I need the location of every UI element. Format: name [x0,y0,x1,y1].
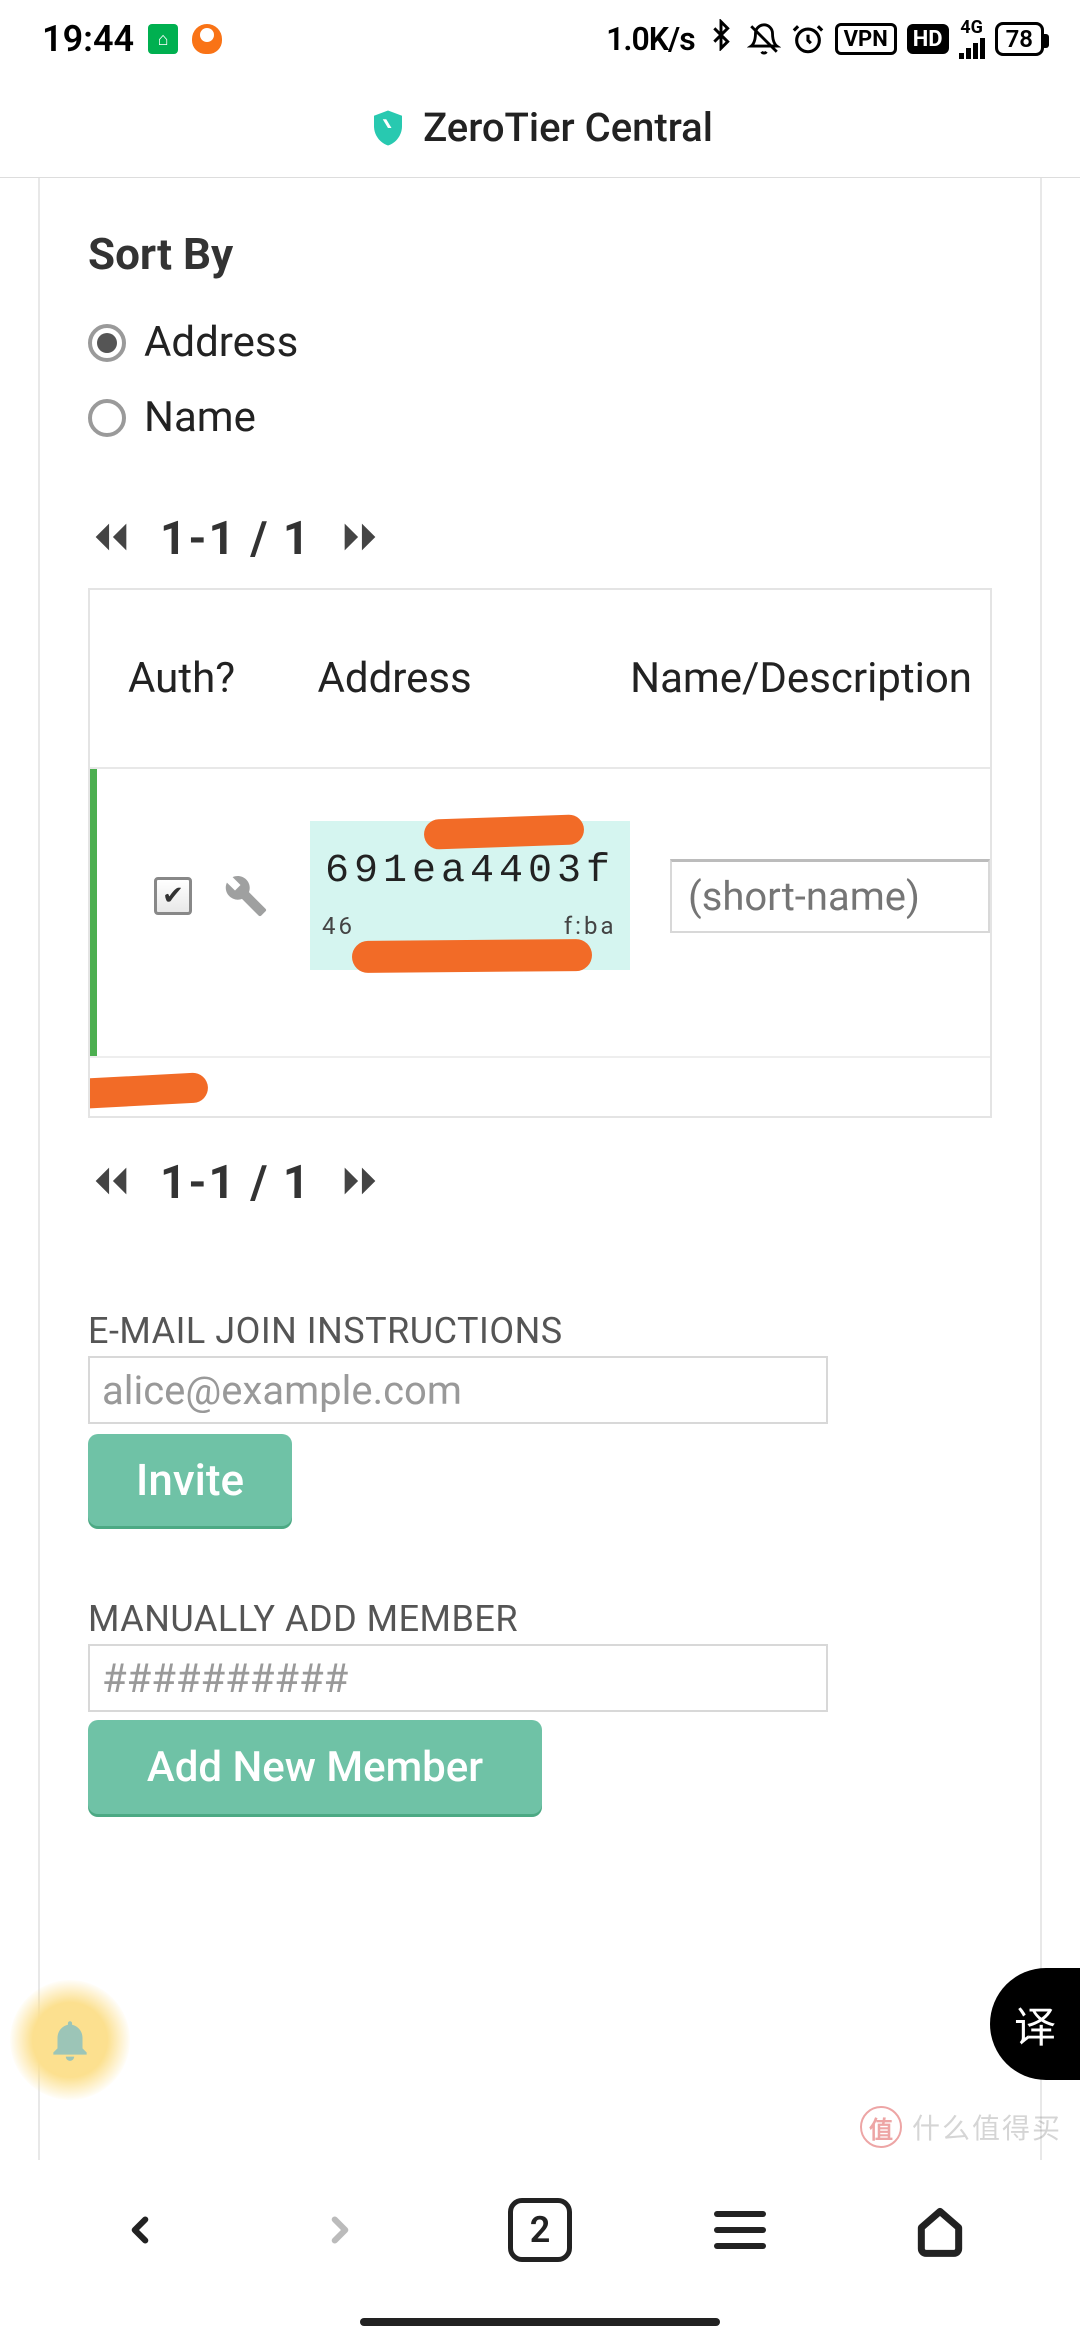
members-table: Auth? Address Name/Description ✔ 691ea44… [88,588,992,1118]
battery-indicator: 78 [995,22,1044,56]
th-auth: Auth? [108,654,317,703]
app-title: ZeroTier Central [423,104,713,151]
invite-button[interactable]: Invite [88,1434,292,1526]
manual-label: MANUALLY ADD MEMBER [88,1598,992,1640]
gesture-bar [360,2318,720,2326]
nav-menu-button[interactable] [700,2190,780,2270]
status-bar: 19:44 ⌂ 1.0K/s VPN HD 4G 78 [0,0,1080,78]
redaction-stroke [424,814,585,850]
watermark: 值 什么值得买 [860,2106,1062,2148]
radio-name-label: Name [144,393,256,442]
app-badge-icon: ⌂ [148,24,178,54]
bluetooth-icon [705,19,737,60]
mute-bell-icon [747,22,781,56]
pagination-text: 1-1 / 1 [160,1156,311,1210]
vpn-icon: VPN [835,23,897,55]
sort-radio-group: Address Name [88,318,992,442]
radio-name[interactable] [88,399,126,437]
redaction-stroke [352,939,592,973]
next-page-icon[interactable] [337,514,383,564]
short-name-input[interactable] [670,859,990,933]
member-address[interactable]: 691ea4403f [322,849,618,894]
user-badge-icon [192,24,222,54]
nav-tabs-button[interactable]: 2 [500,2190,580,2270]
th-address: Address [317,654,630,703]
watermark-text: 什么值得买 [912,2107,1062,2147]
email-input[interactable] [88,1356,828,1424]
email-invite-section: E-MAIL JOIN INSTRUCTIONS Invite [88,1310,992,1526]
nav-forward-button[interactable] [300,2190,380,2270]
wrench-icon[interactable] [224,874,268,918]
alarm-icon [791,22,825,56]
add-member-button[interactable]: Add New Member [88,1720,542,1814]
manual-address-input[interactable] [88,1644,828,1712]
radio-address[interactable] [88,324,126,362]
manual-add-section: MANUALLY ADD MEMBER Add New Member [88,1598,992,1814]
auth-checkbox[interactable]: ✔ [154,877,192,915]
zerotier-logo-icon [367,107,409,149]
email-label: E-MAIL JOIN INSTRUCTIONS [88,1310,992,1352]
hd-icon: HD [907,24,949,54]
prev-page-icon[interactable] [88,1158,134,1208]
prev-page-icon[interactable] [88,514,134,564]
sort-heading: Sort By [88,228,992,280]
member-sub-address: 46 f:ba [322,912,618,942]
next-page-icon[interactable] [337,1158,383,1208]
nav-back-button[interactable] [100,2190,180,2270]
radio-address-label: Address [144,318,298,367]
content-area: Sort By Address Name 1-1 / 1 Auth [0,178,1080,2160]
network-speed: 1.0K/s [606,20,695,58]
pagination-text: 1-1 / 1 [160,512,311,566]
nav-home-button[interactable] [900,2190,980,2270]
status-clock: 19:44 [42,18,134,60]
table-row: ✔ 691ea4403f 46 f:ba [90,767,990,1056]
app-header: ZeroTier Central [0,78,1080,178]
signal-icon: 4G [959,19,985,59]
notification-bell-icon[interactable] [10,1980,130,2100]
browser-nav-bar: 2 [0,2160,1080,2340]
pagination-bottom: 1-1 / 1 [88,1156,992,1210]
th-name: Name/Description [630,654,972,703]
pagination-top: 1-1 / 1 [88,512,992,566]
watermark-logo-icon: 值 [860,2106,902,2148]
